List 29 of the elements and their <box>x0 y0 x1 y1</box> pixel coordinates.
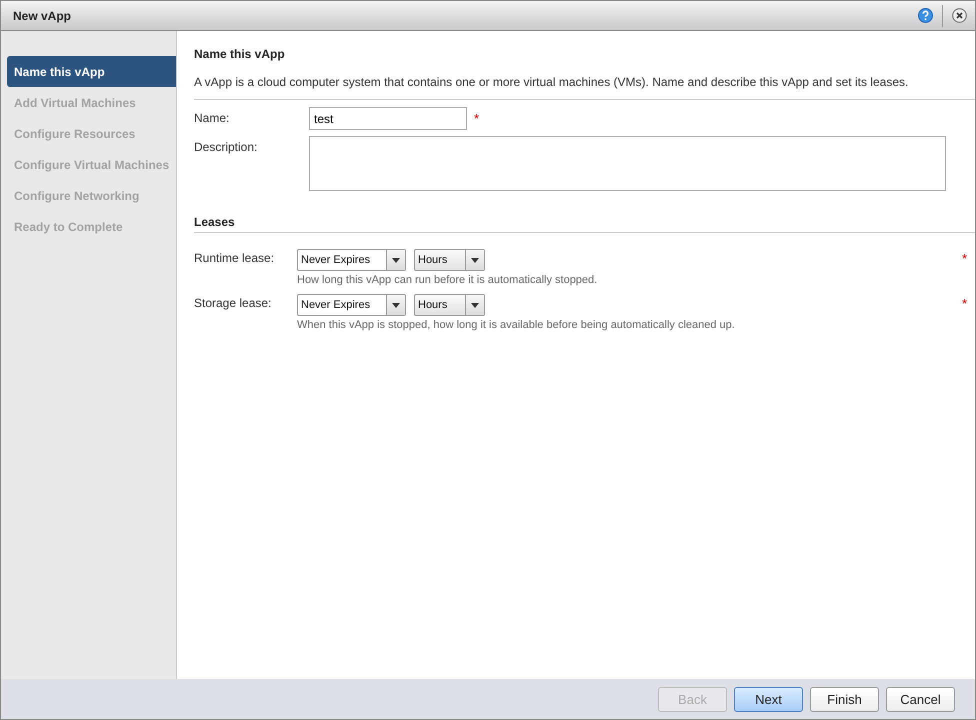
required-mark: * <box>962 295 968 311</box>
required-mark: * <box>962 250 968 266</box>
wizard-button[interactable]: Cancel <box>886 686 955 712</box>
page-heading: Name this vApp <box>194 47 286 61</box>
leases-heading: Leases <box>194 215 975 233</box>
close-icon[interactable] <box>952 8 967 23</box>
duration-dropdown[interactable]: Never Expires <box>297 249 406 271</box>
description-field[interactable] <box>309 136 946 191</box>
required-mark: * <box>474 110 480 126</box>
caret-icon <box>471 302 479 308</box>
step-item[interactable]: Name this vApp <box>7 56 176 87</box>
help-icon[interactable] <box>918 8 933 23</box>
lease-hint: How long this vApp can run before it is automatically stopped. <box>297 274 598 286</box>
caret-icon <box>392 258 400 262</box>
caret-icon <box>471 258 479 262</box>
unit-dropdown[interactable]: Hours <box>414 294 485 316</box>
unit-dropdown[interactable]: Hours <box>414 249 485 271</box>
name-field[interactable]: test <box>309 107 467 130</box>
description-label: Description: <box>194 139 258 154</box>
wizard-button[interactable]: Finish <box>810 686 879 712</box>
intro-text: A vApp is a cloud computer system that contains one or more virtual machines (VMs). Name and describe this vApp and set its leases. <box>194 75 975 100</box>
lease-label: Runtime lease: <box>194 250 276 265</box>
caret-icon <box>392 302 400 308</box>
wizard-button[interactable]: Next <box>734 686 803 712</box>
lease-label: Storage lease: <box>194 295 272 310</box>
lease-hint: When this vApp is stopped, how long it is available before being automatically cleaned up. <box>297 319 736 331</box>
window-title: New vApp <box>13 8 72 22</box>
name-label: Name: <box>194 110 230 125</box>
duration-dropdown[interactable]: Never Expires <box>297 294 406 316</box>
